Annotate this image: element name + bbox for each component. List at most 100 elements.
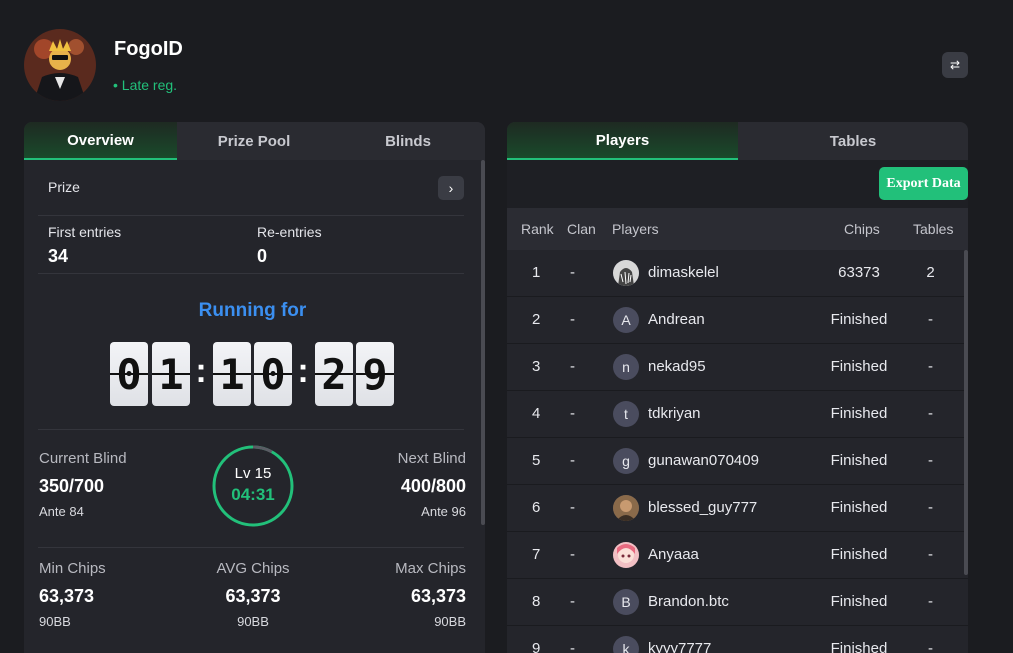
min-chips-value: 63,373 bbox=[39, 586, 95, 606]
column-players[interactable]: Players bbox=[612, 221, 659, 237]
current-ante: Ante 84 bbox=[39, 504, 84, 519]
table-row[interactable]: 7 - Anyaaa Finished - bbox=[507, 532, 968, 579]
entries-row: First entries 34 Re-entries 0 bbox=[38, 216, 464, 274]
rank-cell: 3 bbox=[532, 358, 541, 375]
player-avatar: k bbox=[613, 636, 639, 653]
prize-label: Prize bbox=[48, 179, 80, 195]
timer-digit: 0 bbox=[254, 342, 292, 406]
table-row[interactable]: 5 - g gunawan070409 Finished - bbox=[507, 438, 968, 485]
tables-cell: - bbox=[928, 405, 933, 422]
player-avatar: A bbox=[613, 307, 639, 333]
table-row[interactable]: 2 - A Andrean Finished - bbox=[507, 297, 968, 344]
player-name: tdkriyan bbox=[648, 405, 701, 422]
chips-cell: Finished bbox=[830, 593, 888, 610]
prize-expand-button[interactable]: › bbox=[438, 176, 464, 200]
column-chips[interactable]: Chips bbox=[844, 221, 880, 237]
tab-prize-pool[interactable]: Prize Pool bbox=[177, 122, 331, 160]
chips-cell: Finished bbox=[830, 499, 888, 516]
table-row[interactable]: 4 - t tdkriyan Finished - bbox=[507, 391, 968, 438]
rank-cell: 4 bbox=[532, 405, 541, 422]
clan-cell: - bbox=[570, 264, 575, 281]
player-avatar: t bbox=[613, 401, 639, 427]
rank-cell: 7 bbox=[532, 546, 541, 563]
divider bbox=[38, 429, 464, 430]
rank-cell: 9 bbox=[532, 640, 541, 653]
chips-cell: Finished bbox=[830, 546, 888, 563]
table-row[interactable]: 1 - dimaskelel 63373 2 bbox=[507, 250, 968, 297]
player-name: dimaskelel bbox=[648, 264, 719, 281]
timer-colon: : bbox=[297, 352, 309, 390]
tab-overview[interactable]: Overview bbox=[24, 122, 177, 160]
min-chips-label: Min Chips bbox=[39, 560, 106, 577]
table-row[interactable]: 3 - n nekad95 Finished - bbox=[507, 344, 968, 391]
prize-row[interactable]: Prize › bbox=[38, 160, 464, 216]
swap-button[interactable]: ⇄ bbox=[942, 52, 968, 78]
player-name: Anyaaa bbox=[648, 546, 699, 563]
column-clan[interactable]: Clan bbox=[567, 221, 596, 237]
column-tables[interactable]: Tables bbox=[913, 221, 953, 237]
left-scrollbar[interactable] bbox=[481, 160, 485, 525]
first-entries-label: First entries bbox=[48, 224, 122, 240]
running-for-label: Running for bbox=[198, 300, 307, 321]
export-data-button[interactable]: Export Data bbox=[879, 167, 968, 200]
tables-cell: - bbox=[928, 593, 933, 610]
column-rank[interactable]: Rank bbox=[521, 221, 554, 237]
re-entries: Re-entries 0 bbox=[257, 224, 322, 267]
first-entries-value: 34 bbox=[48, 246, 69, 266]
clan-cell: - bbox=[570, 593, 575, 610]
clan-cell: - bbox=[570, 405, 575, 422]
clan-cell: - bbox=[570, 311, 575, 328]
current-blind: Current Blind 350/700 Ante 84 bbox=[39, 450, 127, 519]
player-avatar: n bbox=[613, 354, 639, 380]
late-reg-status: • Late reg. bbox=[113, 77, 178, 93]
next-blind-value: 400/800 bbox=[400, 476, 466, 496]
tab-players[interactable]: Players bbox=[507, 122, 738, 160]
chips-cell: Finished bbox=[830, 405, 888, 422]
avg-chips: AVG Chips 63,373 90BB bbox=[203, 560, 303, 629]
current-blind-value: 350/700 bbox=[39, 476, 105, 496]
tab-blinds[interactable]: Blinds bbox=[331, 122, 485, 160]
player-name: gunawan070409 bbox=[648, 452, 759, 469]
rank-cell: 5 bbox=[532, 452, 541, 469]
player-name: Brandon.btc bbox=[648, 593, 729, 610]
player-name: Andrean bbox=[648, 311, 705, 328]
tab-tables[interactable]: Tables bbox=[738, 122, 968, 160]
rank-cell: 6 bbox=[532, 499, 541, 516]
chips-cell: Finished bbox=[830, 358, 888, 375]
tables-cell: - bbox=[928, 640, 933, 653]
tables-cell: - bbox=[928, 358, 933, 375]
tournament-avatar bbox=[24, 29, 96, 101]
right-tab-bar: Players Tables bbox=[507, 122, 968, 160]
player-name: kyyy7777 bbox=[648, 640, 712, 653]
max-chips-value: 63,373 bbox=[410, 586, 466, 606]
avg-chips-value: 63,373 bbox=[225, 586, 281, 606]
table-row[interactable]: 9 - k kyyy7777 Finished - bbox=[507, 626, 968, 653]
clan-cell: - bbox=[570, 452, 575, 469]
divider bbox=[38, 547, 464, 548]
chips-cell: Finished bbox=[830, 640, 888, 653]
left-tab-bar: Overview Prize Pool Blinds bbox=[24, 122, 485, 160]
clan-cell: - bbox=[570, 640, 575, 653]
player-name: nekad95 bbox=[648, 358, 706, 375]
tables-cell: - bbox=[928, 452, 933, 469]
table-row[interactable]: 6 - blessed_guy777 Finished - bbox=[507, 485, 968, 532]
player-avatar bbox=[613, 495, 639, 521]
level-time: 04:31 bbox=[231, 485, 275, 504]
max-chips-bb: 90BB bbox=[434, 614, 466, 629]
player-avatar bbox=[613, 260, 639, 286]
tables-cell: - bbox=[928, 499, 933, 516]
chips-cell: 63373 bbox=[838, 264, 880, 281]
clan-cell: - bbox=[570, 358, 575, 375]
timer-colon: : bbox=[195, 352, 207, 390]
rank-cell: 2 bbox=[532, 311, 541, 328]
timer-digit: 9 bbox=[356, 342, 394, 406]
re-entries-value: 0 bbox=[257, 246, 268, 266]
timer-digit: 1 bbox=[152, 342, 190, 406]
players-table-header: Rank Clan Players Chips Tables bbox=[507, 208, 968, 250]
timer-digit: 1 bbox=[213, 342, 251, 406]
table-row[interactable]: 8 - B Brandon.btc Finished - bbox=[507, 579, 968, 626]
max-chips-label: Max Chips bbox=[395, 560, 466, 577]
chips-cell: Finished bbox=[830, 452, 888, 469]
right-scrollbar[interactable] bbox=[964, 250, 968, 575]
player-avatar bbox=[613, 542, 639, 568]
